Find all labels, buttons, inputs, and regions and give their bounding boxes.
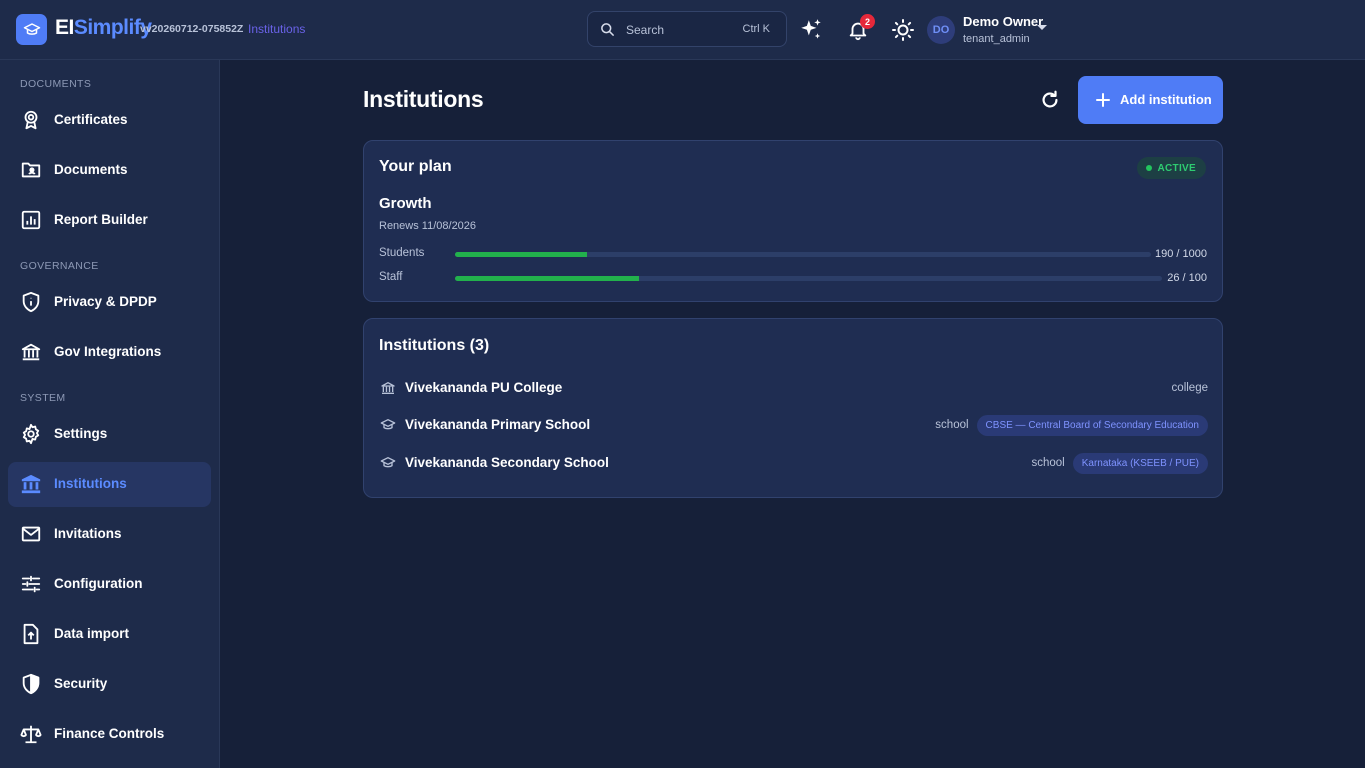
user-name[interactable]: Demo Owner <box>963 14 1043 29</box>
list-item[interactable]: Vivekananda PU College college <box>379 373 1208 403</box>
usage-fill-students <box>455 252 588 257</box>
institution-type: college <box>1171 382 1208 394</box>
institution-meta: school Karnataka (KSEEB / PUE) <box>1031 452 1208 474</box>
sparkle-icon <box>801 19 821 39</box>
user-role: tenant_admin <box>963 33 1030 45</box>
sidebar-item-institutions[interactable]: Institutions <box>8 462 211 507</box>
sidebar-item-label: Documents <box>54 162 128 177</box>
institutions-card: Institutions (3) Vivekananda PU College … <box>363 318 1223 498</box>
usage-bar-staff <box>455 276 1162 281</box>
search-icon <box>601 23 614 36</box>
plan-name: Growth <box>379 195 432 212</box>
sidebar-item-report-builder[interactable]: Report Builder <box>8 198 211 243</box>
gear-icon <box>22 423 40 445</box>
list-item[interactable]: Vivekananda Secondary School school Karn… <box>379 448 1208 478</box>
search-placeholder: Search <box>626 23 665 37</box>
sidebar-item-label: Privacy & DPDP <box>54 294 157 309</box>
sidebar-item-certificates[interactable]: Certificates <box>8 98 211 143</box>
award-icon <box>24 110 38 130</box>
bar-chart-icon <box>21 210 41 230</box>
folder-user-icon <box>21 162 41 178</box>
plan-renewal-date: Renews 11/08/2026 <box>379 220 477 232</box>
usage-count-staff: 26 / 100 <box>1167 272 1207 284</box>
usage-bar-students <box>455 252 1151 257</box>
brand-part1: EI <box>55 16 74 39</box>
sidebar-item-label: Gov Integrations <box>54 344 162 359</box>
usage-fill-staff <box>455 276 639 281</box>
sidebar-item-configuration[interactable]: Configuration <box>8 562 211 607</box>
sidebar-heading-system: SYSTEM <box>20 392 66 404</box>
app-version: vv20260712-075852Z <box>140 23 244 35</box>
app-logo[interactable] <box>16 14 47 45</box>
sidebar-item-label: Invitations <box>54 526 122 541</box>
plus-icon <box>1096 93 1110 107</box>
sidebar-item-gov-integrations[interactable]: Gov Integrations <box>8 330 211 375</box>
page-title: Institutions <box>363 86 484 112</box>
sidebar-item-security[interactable]: Security <box>8 662 211 707</box>
shield-icon <box>22 673 40 695</box>
sidebar-item-label: Data import <box>54 626 130 641</box>
sidebar-item-label: Report Builder <box>54 212 148 227</box>
institution-name: Vivekananda Primary School <box>405 417 591 432</box>
status-badge: ACTIVE <box>1136 157 1206 179</box>
sidebar: DOCUMENTS Certificates Documents Report … <box>0 60 220 768</box>
avatar[interactable]: DO <box>927 16 955 44</box>
usage-label-staff: Staff <box>379 271 403 283</box>
search-shortcut: Ctrl K <box>742 23 771 35</box>
add-institution-button[interactable]: Add institution <box>1078 76 1223 124</box>
status-dot <box>1145 165 1152 171</box>
sidebar-item-privacy-dpdp[interactable]: Privacy & DPDP <box>8 280 211 325</box>
file-upload-icon <box>23 623 39 645</box>
institution-name: Vivekananda PU College <box>405 380 563 395</box>
breadcrumb[interactable]: Institutions <box>248 22 305 36</box>
institution-type: school <box>1031 457 1065 469</box>
sidebar-heading-governance: GOVERNANCE <box>20 260 99 272</box>
usage-count-students: 190 / 1000 <box>1155 248 1207 260</box>
sidebar-item-invitations[interactable]: Invitations <box>8 512 211 557</box>
app-brand[interactable]: EISimplify <box>55 16 152 40</box>
sidebar-item-settings[interactable]: Settings <box>8 412 211 457</box>
board-tag: Karnataka (KSEEB / PUE) <box>1072 452 1208 474</box>
bank-icon <box>21 343 41 361</box>
list-item[interactable]: Vivekananda Primary School school CBSE —… <box>379 410 1208 440</box>
sidebar-item-label: Institutions <box>54 476 127 491</box>
sidebar-item-label: Certificates <box>54 112 128 127</box>
mail-icon <box>21 526 41 542</box>
sliders-icon <box>21 575 41 593</box>
sidebar-heading-documents: DOCUMENTS <box>20 78 92 90</box>
sidebar-item-finance-controls[interactable]: Finance Controls <box>8 712 211 757</box>
refresh-icon[interactable] <box>1039 89 1061 111</box>
plan-card: Your plan ACTIVE Growth Renews 11/08/202… <box>363 140 1223 302</box>
graduation-cap-icon <box>23 22 40 35</box>
institutions-heading: Institutions (3) <box>379 337 490 354</box>
scale-icon <box>20 725 42 744</box>
bank-icon <box>381 382 395 394</box>
chevron-down-icon[interactable] <box>1036 24 1048 32</box>
graduation-cap-icon <box>380 457 396 468</box>
institution-icon <box>21 474 41 494</box>
plan-heading: Your plan <box>379 158 452 175</box>
sidebar-item-documents[interactable]: Documents <box>8 148 211 193</box>
ai-sparkle-button[interactable] <box>798 17 824 43</box>
usage-label-students: Students <box>379 247 425 259</box>
sidebar-item-label: Settings <box>54 426 108 441</box>
graduation-cap-icon <box>380 419 396 430</box>
shield-info-icon <box>22 291 40 313</box>
sidebar-item-data-import[interactable]: Data import <box>8 612 211 657</box>
sidebar-item-label: Finance Controls <box>54 726 165 741</box>
search-box[interactable]: Search Ctrl K <box>587 11 787 47</box>
institution-type: school <box>935 419 969 431</box>
top-bar: EISimplify vv20260712-075852Z Institutio… <box>0 0 1365 60</box>
add-institution-label: Add institution <box>1120 92 1212 107</box>
sidebar-item-label: Configuration <box>54 576 143 591</box>
notification-badge: 2 <box>860 14 875 29</box>
sun-icon <box>892 19 914 41</box>
institution-meta: school CBSE — Central Board of Secondary… <box>935 414 1208 436</box>
board-tag: CBSE — Central Board of Secondary Educat… <box>976 414 1208 436</box>
status-label: ACTIVE <box>1157 162 1196 174</box>
sidebar-item-label: Security <box>54 676 108 691</box>
theme-toggle-button[interactable] <box>890 17 916 43</box>
institution-name: Vivekananda Secondary School <box>405 455 609 470</box>
institution-meta: college <box>1172 377 1208 399</box>
